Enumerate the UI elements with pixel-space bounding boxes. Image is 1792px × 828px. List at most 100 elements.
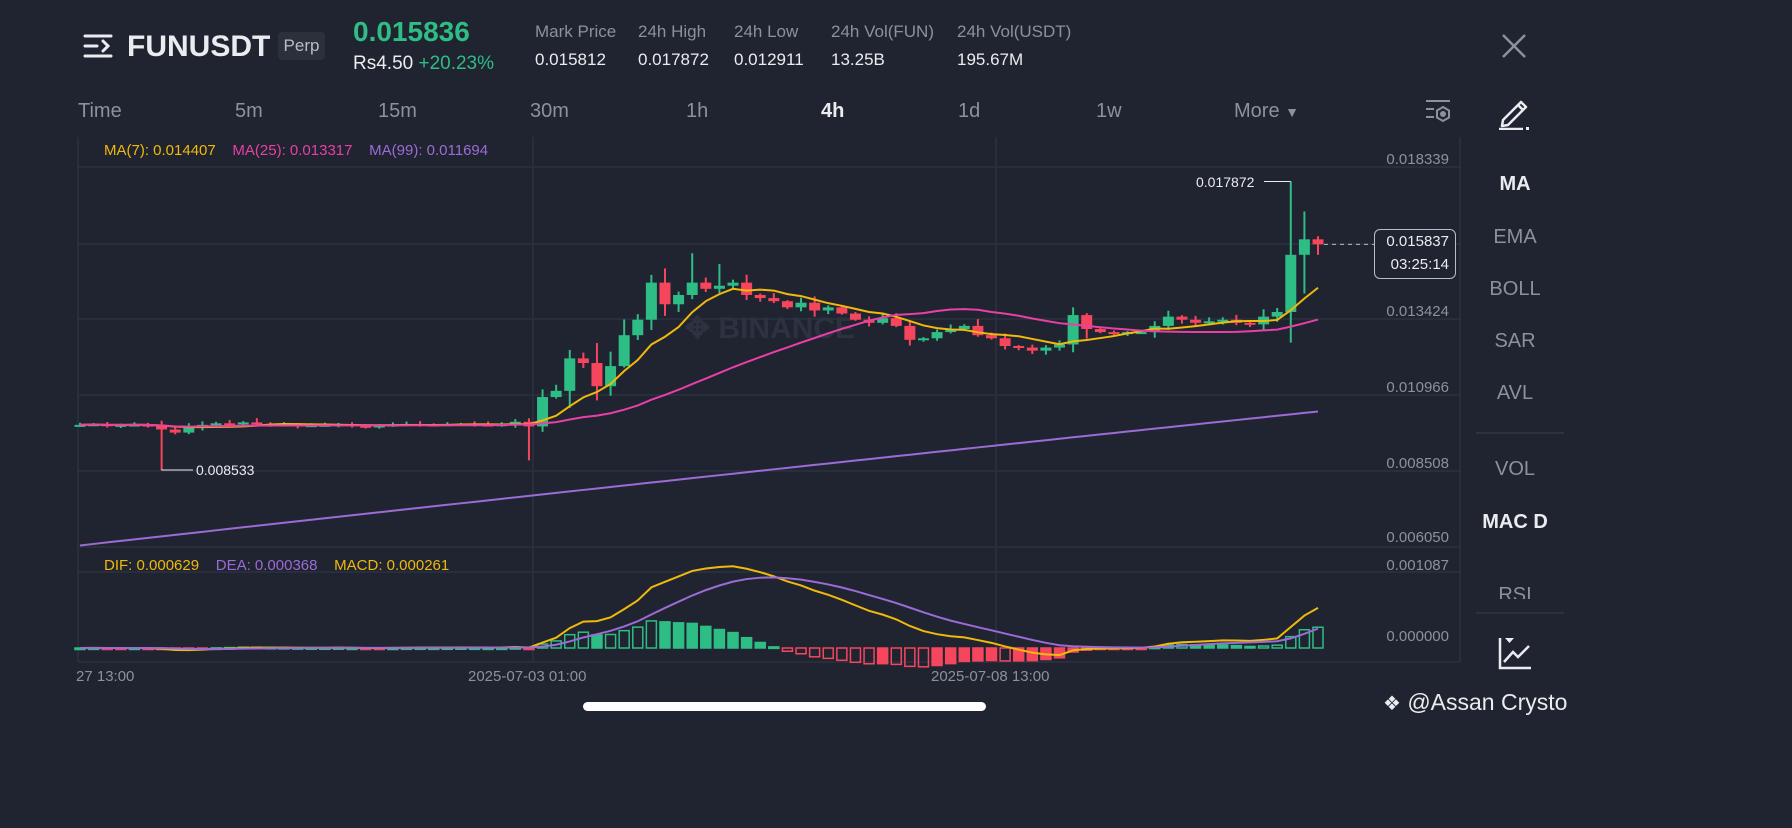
macd-histogram-bar bbox=[672, 622, 685, 649]
indicator-ma[interactable]: MA bbox=[1470, 173, 1560, 196]
candle-body bbox=[700, 282, 712, 289]
macd-histogram-bar bbox=[754, 641, 766, 649]
indicator-vol[interactable]: VOL bbox=[1470, 458, 1560, 481]
indicator-avl[interactable]: AVL bbox=[1470, 382, 1560, 405]
macd-histogram-bar bbox=[618, 629, 630, 649]
candle-body bbox=[754, 294, 766, 299]
macd-histogram-bar bbox=[686, 622, 698, 649]
indicator-rsi-clip: RSI bbox=[1470, 584, 1560, 599]
candle-body bbox=[836, 307, 848, 314]
watermark: ❖ @Assan Crysto bbox=[1383, 689, 1567, 716]
candle-body bbox=[1013, 346, 1025, 349]
price-tick: 0.008508 bbox=[1386, 455, 1449, 472]
dea-line bbox=[79, 576, 1319, 651]
indicator-boll[interactable]: BOLL bbox=[1470, 278, 1560, 301]
candle-body bbox=[713, 285, 725, 289]
candle-body bbox=[1312, 239, 1324, 245]
candle-body bbox=[985, 335, 997, 339]
current-price-box: 0.015837 03:25:14 bbox=[1374, 229, 1456, 279]
candle-body bbox=[591, 363, 603, 387]
macd-histogram-bar bbox=[944, 647, 957, 665]
candle-body bbox=[917, 338, 929, 341]
macd-histogram-bar bbox=[795, 647, 807, 655]
macd-histogram-bar bbox=[645, 620, 658, 649]
macd-histogram-bar bbox=[999, 647, 1011, 662]
macd-tick: 0.000000 bbox=[1386, 628, 1449, 645]
price-tick: 0.018339 bbox=[1386, 151, 1449, 168]
macd-histogram-bar bbox=[1026, 647, 1039, 662]
candle-body bbox=[1176, 316, 1188, 320]
candle-body bbox=[1298, 239, 1310, 255]
high-annotation: 0.017872 bbox=[1196, 174, 1255, 190]
candle-body bbox=[659, 282, 671, 305]
sidebar-divider bbox=[1476, 612, 1564, 614]
candle-body bbox=[768, 298, 780, 302]
candle-countdown: 03:25:14 bbox=[1390, 256, 1449, 273]
macd-histogram-bar bbox=[1230, 644, 1243, 649]
candle-body bbox=[618, 335, 630, 367]
macd-histogram-bar bbox=[836, 647, 848, 662]
candle-body bbox=[251, 422, 263, 425]
macd-histogram-bar bbox=[713, 628, 726, 649]
home-indicator bbox=[583, 702, 986, 711]
candle-body bbox=[564, 358, 576, 391]
ma7-line bbox=[79, 286, 1319, 429]
candle-body bbox=[577, 358, 589, 364]
low-annotation: 0.008533 bbox=[196, 462, 255, 478]
macd-histogram-bar bbox=[808, 647, 821, 658]
macd-histogram-bar bbox=[768, 646, 780, 650]
candle-body bbox=[1040, 347, 1052, 351]
candle-body bbox=[237, 422, 249, 425]
macd-histogram-bar bbox=[985, 647, 998, 662]
indicator-rsi[interactable]: RSI bbox=[1470, 584, 1560, 599]
price-tick: 0.010966 bbox=[1386, 379, 1449, 396]
macd-histogram-bar bbox=[822, 647, 834, 660]
binance-logo-icon: ❖ bbox=[1383, 693, 1401, 715]
macd-histogram-bar bbox=[931, 647, 943, 667]
candle-body bbox=[169, 429, 181, 433]
ma99-line bbox=[79, 410, 1319, 547]
candle-body bbox=[550, 390, 562, 398]
candle-body bbox=[1285, 254, 1297, 312]
candle-body bbox=[183, 427, 195, 433]
candle-body bbox=[822, 307, 834, 311]
candle-body bbox=[999, 338, 1011, 347]
macd-histogram-bar bbox=[781, 647, 794, 652]
macd-tick: 0.001087 bbox=[1386, 557, 1449, 574]
macd-histogram-bar bbox=[604, 633, 617, 649]
candle-body bbox=[686, 282, 698, 295]
indicator-ema[interactable]: EMA bbox=[1470, 226, 1560, 249]
price-tick: 0.006050 bbox=[1386, 529, 1449, 546]
macd-histogram-bar bbox=[727, 631, 739, 649]
binance-watermark: ✥ BINANCE bbox=[685, 312, 855, 345]
current-price: 0.015837 bbox=[1386, 233, 1449, 250]
indicator-macd[interactable]: MAC D bbox=[1477, 509, 1553, 536]
candle-body bbox=[1244, 322, 1256, 325]
candle-body bbox=[809, 302, 821, 311]
macd-histogram-bar bbox=[659, 621, 671, 649]
candle-body bbox=[1162, 316, 1174, 326]
macd-histogram-bar bbox=[904, 647, 916, 668]
watermark-text: @Assan Crysto bbox=[1407, 689, 1568, 715]
macd-histogram-bar bbox=[972, 647, 984, 662]
macd-histogram-bar bbox=[1271, 644, 1283, 649]
candle-body bbox=[904, 325, 916, 340]
candle-body bbox=[1108, 332, 1120, 335]
macd-histogram-bar bbox=[876, 647, 889, 665]
indicator-sar[interactable]: SAR bbox=[1470, 330, 1560, 353]
macd-histogram-bar bbox=[740, 636, 753, 649]
chart-type-icon[interactable] bbox=[1498, 636, 1532, 670]
x-tick: 27 13:00 bbox=[76, 668, 135, 685]
candle-body bbox=[931, 332, 943, 339]
macd-histogram-bar bbox=[577, 631, 590, 649]
candle-body bbox=[890, 318, 902, 326]
candle-body bbox=[1271, 311, 1283, 317]
x-tick: 2025-07-03 01:00 bbox=[468, 668, 587, 685]
candle-body bbox=[781, 301, 793, 308]
macd-histogram-bar bbox=[958, 647, 971, 663]
candle-body bbox=[849, 313, 861, 320]
macd-histogram-bar bbox=[700, 625, 712, 649]
candle-body bbox=[1026, 347, 1038, 351]
candle-body bbox=[632, 319, 644, 336]
candle-body bbox=[958, 325, 970, 330]
